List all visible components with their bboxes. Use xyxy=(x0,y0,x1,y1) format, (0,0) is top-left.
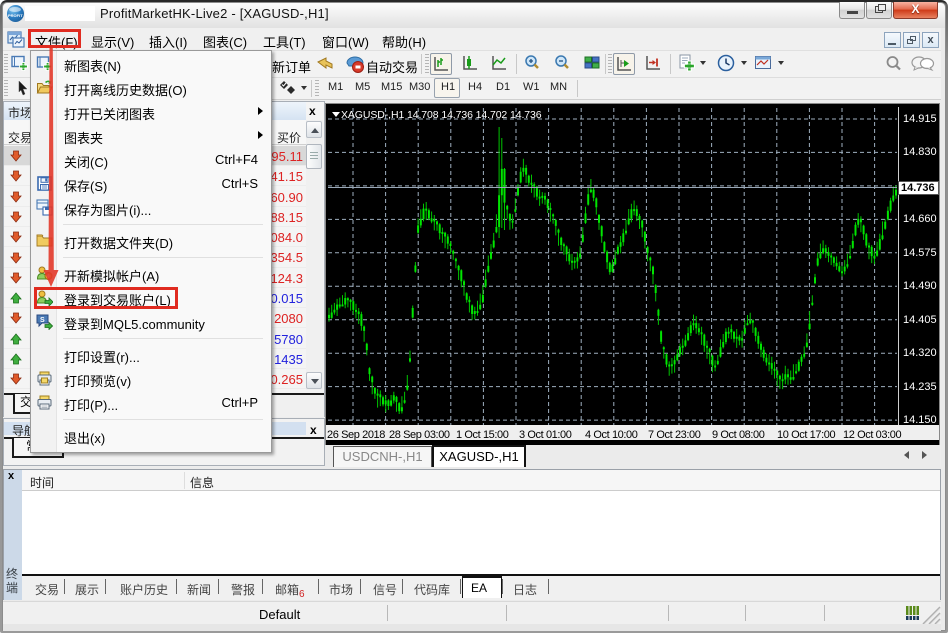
svg-text:S: S xyxy=(40,317,45,324)
